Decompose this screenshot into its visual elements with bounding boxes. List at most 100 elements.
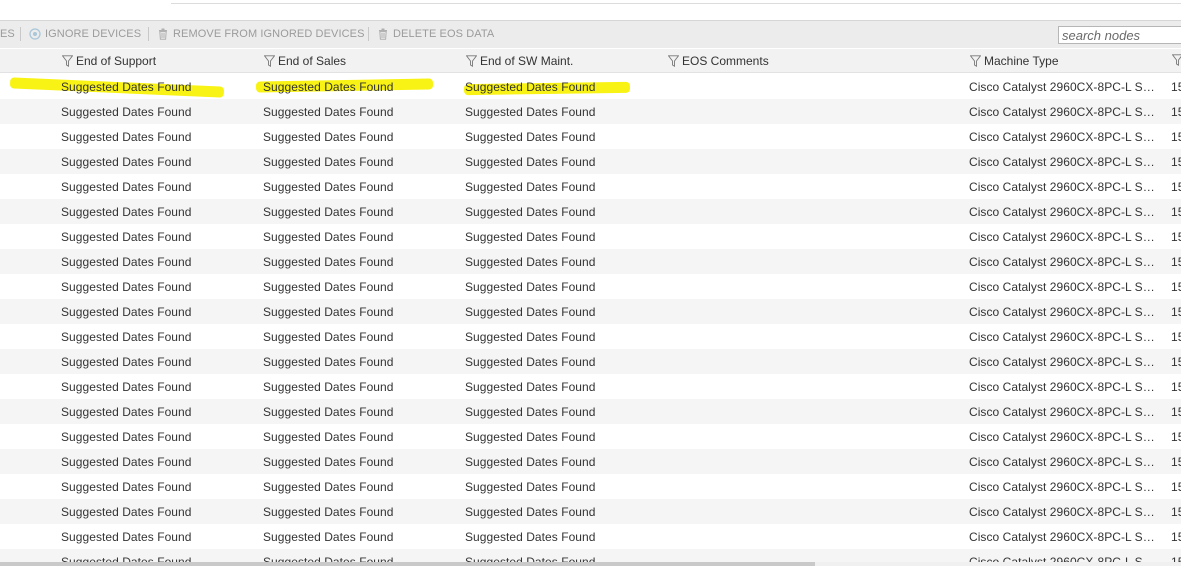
end-of-support-cell: Suggested Dates Found bbox=[61, 305, 192, 319]
next-column-cell: 15 bbox=[1171, 255, 1181, 269]
table-row[interactable]: Suggested Dates Found Suggested Dates Fou… bbox=[0, 399, 1181, 424]
filter-icon[interactable] bbox=[465, 55, 478, 67]
remove-from-ignored-button[interactable]: REMOVE FROM IGNORED DEVICES bbox=[157, 28, 365, 40]
next-column-cell: 15 bbox=[1171, 280, 1181, 294]
grid-header: End of Support End of Sales End of SW Ma… bbox=[0, 49, 1181, 73]
column-header-next[interactable] bbox=[1171, 54, 1181, 66]
end-of-sales-cell: Suggested Dates Found bbox=[263, 530, 394, 544]
machine-type-cell: Cisco Catalyst 2960CX-8PC-L Swi... bbox=[969, 80, 1159, 94]
toolbar-separator bbox=[368, 27, 369, 41]
filter-icon[interactable] bbox=[61, 55, 74, 67]
table-row[interactable]: Suggested Dates Found Suggested Dates Fou… bbox=[0, 74, 1181, 99]
table-row[interactable]: Suggested Dates Found Suggested Dates Fou… bbox=[0, 499, 1181, 524]
table-row[interactable]: Suggested Dates Found Suggested Dates Fou… bbox=[0, 474, 1181, 499]
column-header-machine-type[interactable]: Machine Type bbox=[969, 54, 1059, 68]
top-strip bbox=[0, 0, 1181, 20]
next-column-cell: 15 bbox=[1171, 530, 1181, 544]
filter-icon[interactable] bbox=[263, 55, 276, 67]
end-of-sw-maint-cell: Suggested Dates Found bbox=[465, 455, 596, 469]
table-row[interactable]: Suggested Dates Found Suggested Dates Fou… bbox=[0, 274, 1181, 299]
table-row[interactable]: Suggested Dates Found Suggested Dates Fou… bbox=[0, 349, 1181, 374]
table-row[interactable]: Suggested Dates Found Suggested Dates Fou… bbox=[0, 174, 1181, 199]
truncated-action[interactable]: ES bbox=[0, 28, 15, 40]
machine-type-cell: Cisco Catalyst 2960CX-8PC-L Swi... bbox=[969, 305, 1159, 319]
end-of-sw-maint-cell: Suggested Dates Found bbox=[465, 380, 596, 394]
machine-type-cell: Cisco Catalyst 2960CX-8PC-L Swi... bbox=[969, 130, 1159, 144]
machine-type-cell: Cisco Catalyst 2960CX-8PC-L Swi... bbox=[969, 530, 1159, 544]
trash-icon bbox=[377, 28, 389, 40]
table-row[interactable]: Suggested Dates Found Suggested Dates Fou… bbox=[0, 99, 1181, 124]
end-of-support-cell: Suggested Dates Found bbox=[61, 230, 192, 244]
ignore-devices-button[interactable]: IGNORE DEVICES bbox=[29, 28, 141, 40]
end-of-sw-maint-cell: Suggested Dates Found bbox=[465, 105, 596, 119]
filter-icon[interactable] bbox=[1171, 54, 1181, 66]
column-header-end-of-support[interactable]: End of Support bbox=[61, 54, 156, 68]
end-of-sales-cell: Suggested Dates Found bbox=[263, 80, 394, 94]
end-of-sw-maint-cell: Suggested Dates Found bbox=[465, 155, 596, 169]
next-column-cell: 15 bbox=[1171, 155, 1181, 169]
toolbar-separator bbox=[148, 27, 149, 41]
end-of-sales-cell: Suggested Dates Found bbox=[263, 380, 394, 394]
end-of-sales-cell: Suggested Dates Found bbox=[263, 130, 394, 144]
end-of-sales-cell: Suggested Dates Found bbox=[263, 405, 394, 419]
next-column-cell: 15 bbox=[1171, 330, 1181, 344]
end-of-sw-maint-cell: Suggested Dates Found bbox=[465, 255, 596, 269]
column-header-eos-comments[interactable]: EOS Comments bbox=[667, 54, 769, 68]
end-of-sales-cell: Suggested Dates Found bbox=[263, 105, 394, 119]
search-nodes-input[interactable] bbox=[1059, 27, 1181, 43]
table-row[interactable]: Suggested Dates Found Suggested Dates Fou… bbox=[0, 124, 1181, 149]
delete-eos-data-button[interactable]: DELETE EOS DATA bbox=[377, 28, 494, 40]
end-of-sw-maint-cell: Suggested Dates Found bbox=[465, 80, 596, 94]
end-of-support-cell: Suggested Dates Found bbox=[61, 455, 192, 469]
next-column-cell: 15 bbox=[1171, 205, 1181, 219]
column-header-end-of-sw-maint[interactable]: End of SW Maint. bbox=[465, 54, 573, 68]
end-of-support-cell: Suggested Dates Found bbox=[61, 180, 192, 194]
machine-type-cell: Cisco Catalyst 2960CX-8PC-L Swi... bbox=[969, 480, 1159, 494]
end-of-sales-cell: Suggested Dates Found bbox=[263, 155, 394, 169]
machine-type-cell: Cisco Catalyst 2960CX-8PC-L Swi... bbox=[969, 330, 1159, 344]
table-row[interactable]: Suggested Dates Found Suggested Dates Fou… bbox=[0, 199, 1181, 224]
table-row[interactable]: Suggested Dates Found Suggested Dates Fou… bbox=[0, 149, 1181, 174]
table-row[interactable]: Suggested Dates Found Suggested Dates Fou… bbox=[0, 299, 1181, 324]
table-row[interactable]: Suggested Dates Found Suggested Dates Fou… bbox=[0, 524, 1181, 549]
end-of-support-cell: Suggested Dates Found bbox=[61, 205, 192, 219]
machine-type-cell: Cisco Catalyst 2960CX-8PC-L Swi... bbox=[969, 230, 1159, 244]
filter-icon[interactable] bbox=[969, 55, 982, 67]
next-column-cell: 15 bbox=[1171, 230, 1181, 244]
delete-eos-data-label: DELETE EOS DATA bbox=[393, 28, 495, 40]
next-column-cell: 15 bbox=[1171, 405, 1181, 419]
end-of-sw-maint-cell: Suggested Dates Found bbox=[465, 505, 596, 519]
table-row[interactable]: Suggested Dates Found Suggested Dates Fou… bbox=[0, 224, 1181, 249]
end-of-support-cell: Suggested Dates Found bbox=[61, 155, 192, 169]
table-row[interactable]: Suggested Dates Found Suggested Dates Fou… bbox=[0, 424, 1181, 449]
machine-type-cell: Cisco Catalyst 2960CX-8PC-L Swi... bbox=[969, 180, 1159, 194]
grid-body: Suggested Dates Found Suggested Dates Fou… bbox=[0, 74, 1181, 562]
search-nodes-box[interactable] bbox=[1058, 26, 1181, 44]
machine-type-cell: Cisco Catalyst 2960CX-8PC-L Swi... bbox=[969, 155, 1159, 169]
end-of-support-cell: Suggested Dates Found bbox=[61, 555, 192, 562]
table-row[interactable]: Suggested Dates Found Suggested Dates Fou… bbox=[0, 549, 1181, 562]
table-row[interactable]: Suggested Dates Found Suggested Dates Fou… bbox=[0, 324, 1181, 349]
machine-type-cell: Cisco Catalyst 2960CX-8PC-L Swi... bbox=[969, 280, 1159, 294]
end-of-support-cell: Suggested Dates Found bbox=[61, 430, 192, 444]
end-of-support-cell: Suggested Dates Found bbox=[61, 530, 192, 544]
toolbar-separator bbox=[20, 27, 21, 41]
end-of-sw-maint-cell: Suggested Dates Found bbox=[465, 180, 596, 194]
end-of-sales-cell: Suggested Dates Found bbox=[263, 230, 394, 244]
filter-icon[interactable] bbox=[667, 55, 680, 67]
column-label: Machine Type bbox=[984, 54, 1059, 68]
table-row[interactable]: Suggested Dates Found Suggested Dates Fou… bbox=[0, 249, 1181, 274]
ignore-devices-label: IGNORE DEVICES bbox=[45, 28, 142, 40]
table-row[interactable]: Suggested Dates Found Suggested Dates Fou… bbox=[0, 449, 1181, 474]
next-column-cell: 15 bbox=[1171, 480, 1181, 494]
end-of-sales-cell: Suggested Dates Found bbox=[263, 480, 394, 494]
next-column-cell: 15 bbox=[1171, 555, 1181, 562]
scrollbar-thumb[interactable] bbox=[0, 562, 815, 566]
end-of-sales-cell: Suggested Dates Found bbox=[263, 305, 394, 319]
column-header-end-of-sales[interactable]: End of Sales bbox=[263, 54, 346, 68]
end-of-sw-maint-cell: Suggested Dates Found bbox=[465, 230, 596, 244]
end-of-sw-maint-cell: Suggested Dates Found bbox=[465, 305, 596, 319]
next-column-cell: 15 bbox=[1171, 455, 1181, 469]
machine-type-cell: Cisco Catalyst 2960CX-8PC-L Swi... bbox=[969, 355, 1159, 369]
table-row[interactable]: Suggested Dates Found Suggested Dates Fou… bbox=[0, 374, 1181, 399]
